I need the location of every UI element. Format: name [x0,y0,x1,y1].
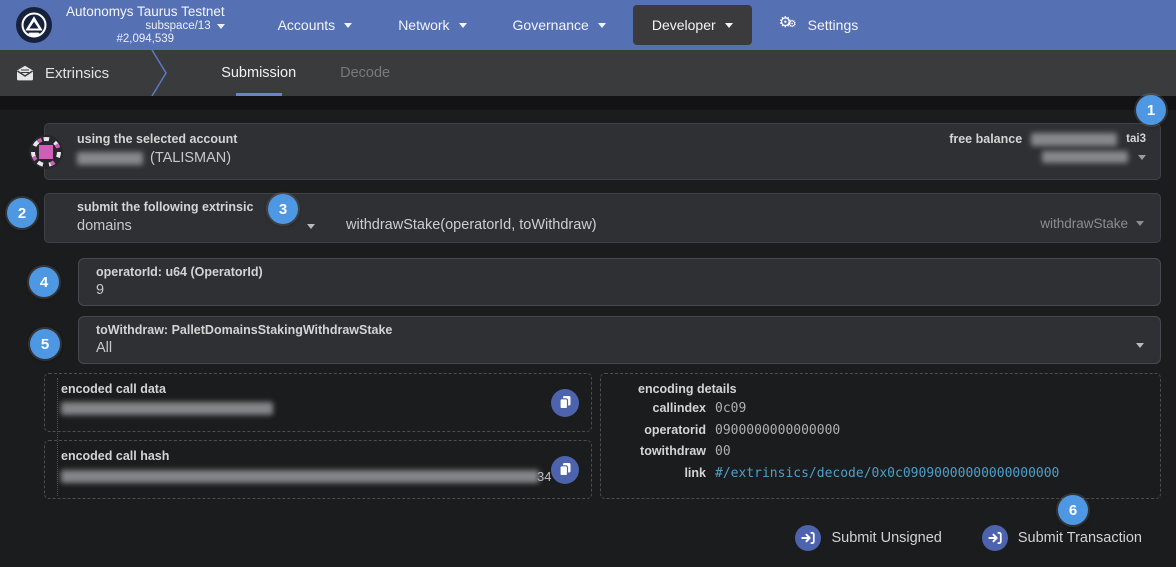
tab-submission[interactable]: Submission [199,50,318,96]
section-title: Extrinsics [45,65,109,82]
detail-row-towithdraw: towithdraw 00 [638,444,1148,466]
copy-icon [559,462,572,477]
annotation-badge-1: 1 [1136,95,1166,125]
encoding-details-title: encoding details [638,382,1148,396]
top-nav: Accounts Network Governance Developer ⚙⚙… [259,3,878,47]
extrinsic-selector: submit the following extrinsic domains w… [44,193,1161,243]
account-suffix: (TALISMAN) [150,150,231,166]
annotation-badge-6: 6 [1058,495,1088,525]
param-value: All [96,340,1146,356]
divider-strip [0,96,1176,110]
sign-in-icon [982,525,1008,551]
param-label: operatorId: u64 (OperatorId) [96,265,1146,279]
chevron-down-icon [598,23,606,28]
nav-item-accounts[interactable]: Accounts [259,4,372,46]
call-signature: withdrawStake(operatorId, toWithdraw) [346,217,597,233]
breadcrumb-chevron [149,50,171,96]
copy-call-data-button[interactable] [551,389,579,417]
annotation-badge-2: 2 [7,198,37,228]
subnav-bar: Extrinsics Submission Decode [0,50,1176,96]
chevron-down-icon[interactable] [307,224,315,229]
tab-decode[interactable]: Decode [318,50,412,96]
runtime-version: subspace/13 [145,20,210,33]
redacted-account-name [77,152,143,165]
encoded-call-data: encoded call data [44,373,592,432]
detail-row-callindex: callindex 0c09 [638,401,1148,423]
pallet-select[interactable]: domains [77,218,1146,234]
submit-transaction-button[interactable]: Submit Transaction [982,525,1142,551]
chevron-down-icon [217,24,225,29]
tab-bar: Submission Decode [199,50,412,96]
chevron-down-icon[interactable] [1138,155,1146,160]
main-content: using the selected account (TALISMAN) fr… [0,123,1176,551]
extrinsics-envelope-icon [16,65,34,81]
account-identicon [28,134,64,170]
top-header-bar: Autonomys Taurus Testnet subspace/13 #2,… [0,0,1176,50]
param-operatorid[interactable]: operatorId: u64 (OperatorId) 9 [78,258,1161,306]
copy-call-hash-button[interactable] [551,456,579,484]
params-section: operatorId: u64 (OperatorId) 9 toWithdra… [78,258,1161,364]
submit-unsigned-button[interactable]: Submit Unsigned [795,525,941,551]
redacted-balance [1031,133,1117,146]
chevron-down-icon [725,23,733,28]
param-label: toWithdraw: PalletDomainsStakingWithdraw… [96,323,1146,337]
annotation-badge-4: 4 [29,267,59,297]
nav-item-governance[interactable]: Governance [494,4,625,46]
account-selector[interactable]: using the selected account (TALISMAN) fr… [44,123,1161,180]
encoded-call-data-label: encoded call data [61,382,575,396]
annotation-badge-5: 5 [30,329,60,359]
actions-row: Submit Unsigned Submit Transaction [44,525,1161,551]
chevron-down-icon [1136,221,1144,226]
encoded-call-hash-label: encoded call hash [61,449,575,463]
extrinsics-page: Autonomys Taurus Testnet subspace/13 #2,… [0,0,1176,567]
block-number: #2,094,539 [66,33,225,46]
encoding-details: encoding details callindex 0c09 operator… [600,373,1161,499]
extrinsic-label: submit the following extrinsic [77,200,1146,214]
chevron-down-icon [344,23,352,28]
param-towithdraw[interactable]: toWithdraw: PalletDomainsStakingWithdraw… [78,316,1161,364]
balance-unit: tai3 [1126,133,1146,145]
detail-row-link: link #/extrinsics/decode/0x0c09090000000… [638,466,1148,488]
annotation-badge-3: 3 [268,194,298,224]
param-value: 9 [96,282,1146,298]
nav-item-network[interactable]: Network [379,4,485,46]
chevron-down-icon[interactable] [1136,343,1144,348]
copy-icon [559,395,572,410]
account-label: using the selected account [77,132,237,146]
encoded-call-hash: encoded call hash 34 [44,440,592,499]
nav-item-settings[interactable]: ⚙⚙ Settings [760,3,878,47]
detail-row-operatorid: operatorid 0900000000000000 [638,423,1148,445]
redacted-balance-secondary [1042,151,1128,163]
section-heading: Extrinsics [0,50,125,96]
free-balance-label: free balance [949,132,1022,146]
sign-in-icon [795,525,821,551]
output-section: encoded call data encoded call hash [44,373,1161,499]
hash-visible-suffix: 34 [537,469,551,484]
nav-item-developer[interactable]: Developer [633,5,752,45]
chain-name: Autonomys Taurus Testnet [66,4,225,20]
method-select[interactable]: withdrawStake [1040,216,1144,231]
redacted-call-data [61,402,273,415]
decode-link[interactable]: #/extrinsics/decode/0x0c0909000000000000… [715,466,1059,481]
balance-block: free balance tai3 [949,132,1146,171]
gear-icon: ⚙⚙ [779,16,799,34]
autonomys-logo-icon[interactable] [16,7,52,43]
redacted-call-hash [61,470,539,483]
selected-account: using the selected account (TALISMAN) [77,132,237,171]
chain-info[interactable]: Autonomys Taurus Testnet subspace/13 #2,… [66,4,225,46]
chevron-down-icon [459,23,467,28]
